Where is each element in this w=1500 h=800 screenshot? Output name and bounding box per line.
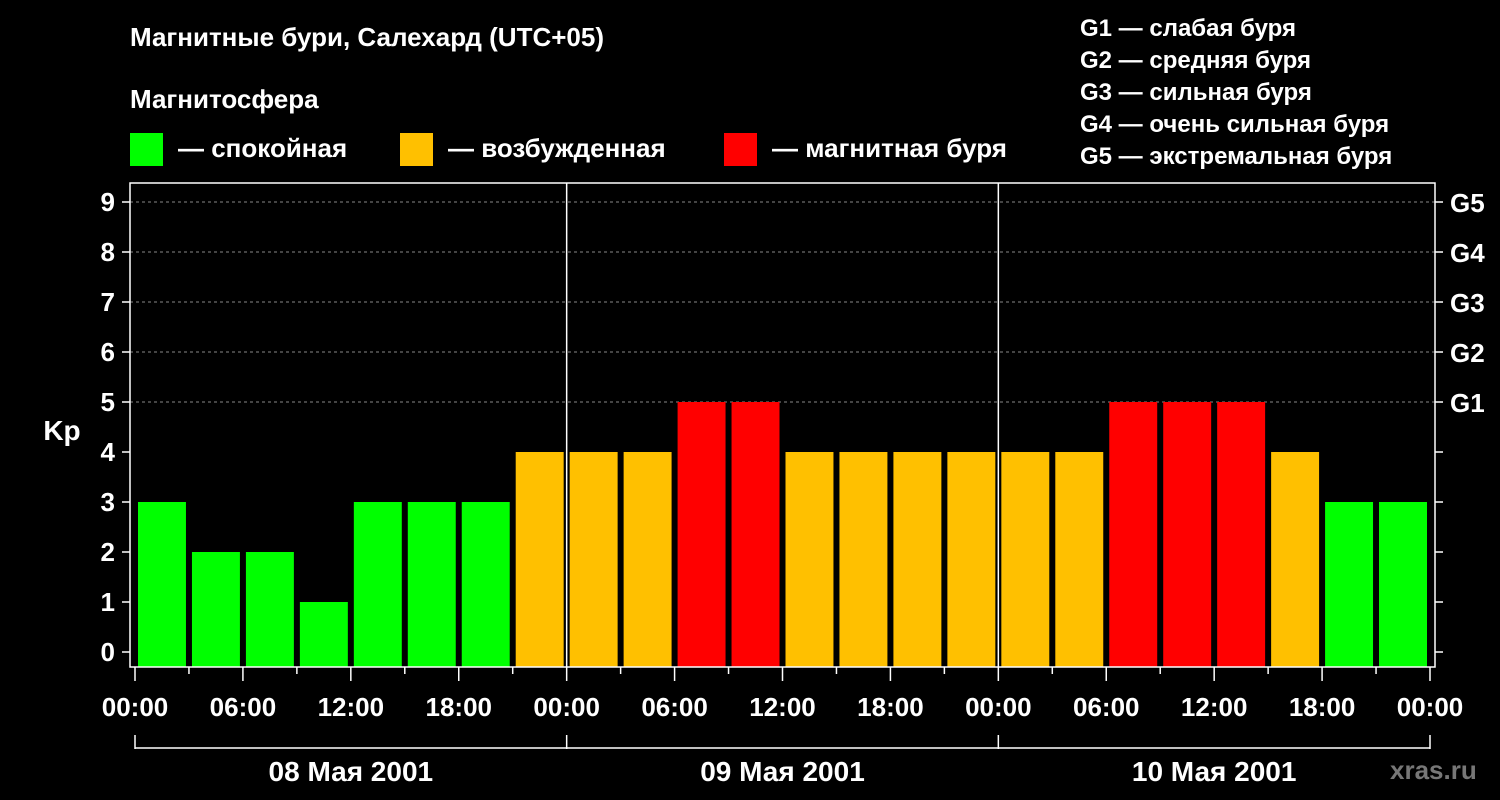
y-tick-label: 3 <box>101 487 115 517</box>
g-scale-label: G4 <box>1450 238 1485 268</box>
x-tick-label: 00:00 <box>533 692 600 722</box>
y-axis-label: Kp <box>43 415 80 446</box>
kp-bar <box>947 452 996 667</box>
kp-bar <box>515 452 564 667</box>
x-tick-label: 18:00 <box>857 692 924 722</box>
kp-bar <box>623 452 672 667</box>
kp-bar <box>839 452 888 667</box>
y-tick-label: 7 <box>101 287 115 317</box>
y-tick-label: 6 <box>101 337 115 367</box>
kp-bar <box>353 502 402 667</box>
kp-bar <box>569 452 618 667</box>
x-tick-label: 00:00 <box>102 692 169 722</box>
kp-bar <box>191 552 240 667</box>
y-tick-label: 0 <box>101 637 115 667</box>
kp-bar <box>1163 402 1212 667</box>
kp-bar <box>461 502 510 667</box>
y-tick-label: 5 <box>101 387 115 417</box>
kp-bar <box>407 502 456 667</box>
x-tick-label: 12:00 <box>318 692 385 722</box>
day-label: 10 Мая 2001 <box>1132 756 1297 787</box>
day-label: 09 Мая 2001 <box>700 756 865 787</box>
kp-bar-chart: 0 1 2 3 4 5 6 7 8 9 Kp G1 G2 G3 G4 G5 00:00 06:00 12:00 18:… <box>43 182 1485 787</box>
y-tick-label: 1 <box>101 587 115 617</box>
x-tick-label: 06:00 <box>641 692 708 722</box>
kp-bar <box>1325 502 1374 667</box>
y-tick-label: 8 <box>101 237 115 267</box>
x-tick-label: 12:00 <box>1181 692 1248 722</box>
y-tick-label: 4 <box>101 437 116 467</box>
kp-bar <box>1055 452 1104 667</box>
x-tick-label: 18:00 <box>1289 692 1356 722</box>
x-tick-label: 06:00 <box>210 692 277 722</box>
kp-bar <box>785 452 834 667</box>
x-tick-label: 00:00 <box>965 692 1032 722</box>
kp-bar <box>893 452 942 667</box>
g-scale-label: G2 <box>1450 338 1485 368</box>
kp-bar <box>1379 502 1427 667</box>
kp-bar <box>138 502 186 667</box>
kp-bar <box>1217 402 1266 667</box>
day-label: 08 Мая 2001 <box>269 756 434 787</box>
kp-bar <box>245 552 294 667</box>
g-scale-label: G1 <box>1450 388 1485 418</box>
g-scale-label: G5 <box>1450 188 1485 218</box>
x-tick-label: 18:00 <box>426 692 493 722</box>
y-tick-label: 9 <box>101 187 115 217</box>
x-tick-label: 00:00 <box>1397 692 1464 722</box>
y-tick-label: 2 <box>101 537 115 567</box>
x-tick-label: 12:00 <box>749 692 816 722</box>
kp-bar <box>1001 452 1050 667</box>
kp-bar <box>1109 402 1158 667</box>
kp-bar <box>299 602 348 667</box>
x-tick-label: 06:00 <box>1073 692 1140 722</box>
kp-bar <box>677 402 726 667</box>
g-scale-label: G3 <box>1450 288 1485 318</box>
kp-bar <box>731 402 780 667</box>
kp-bar <box>1271 452 1320 667</box>
